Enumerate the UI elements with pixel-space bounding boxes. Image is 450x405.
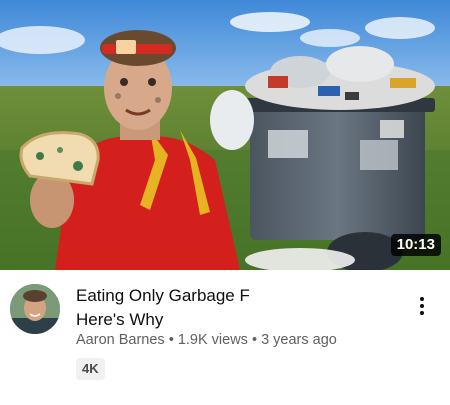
duration-badge: 10:13	[390, 234, 441, 256]
view-count: 1.9K views	[177, 332, 248, 348]
video-subtitle: Aaron Barnes • 1.9K views • 3 years ago	[76, 332, 337, 348]
separator: •	[168, 332, 174, 348]
channel-name[interactable]: Aaron Barnes	[76, 332, 165, 348]
thumbnail-image	[0, 0, 450, 270]
avatar-image	[10, 284, 60, 334]
video-title[interactable]: Eating Only Garbage F Here's Why	[76, 284, 396, 332]
more-vert-icon[interactable]	[412, 294, 432, 318]
separator: •	[251, 332, 258, 348]
video-thumbnail[interactable]: 10:13	[0, 0, 450, 270]
video-meta: Eating Only Garbage F Here's Why Aaron B…	[0, 270, 450, 405]
video-title-line1: Eating Only Garbage F	[76, 286, 250, 305]
upload-age: 3 years ago	[261, 332, 337, 348]
channel-avatar[interactable]	[10, 284, 60, 334]
quality-badge: 4K	[76, 358, 105, 380]
video-title-line2: Here's Why	[76, 310, 164, 329]
